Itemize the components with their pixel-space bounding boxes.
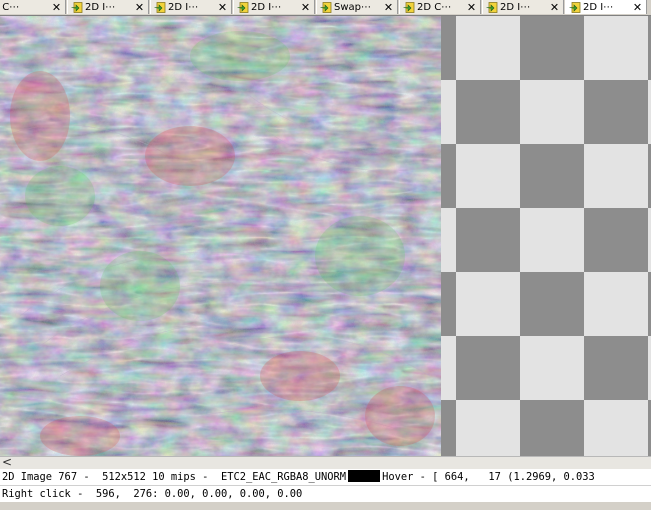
tab-strip: 2D C⋯✕2D I⋯✕2D I⋯✕2D I⋯✕Swap⋯✕2D C⋯✕2D I… bbox=[0, 0, 651, 16]
arrow-page-icon bbox=[569, 1, 581, 13]
hover-color-swatch bbox=[348, 470, 381, 482]
status-line-right-click: Right click - 596, 276: 0.00, 0.00, 0.00… bbox=[0, 486, 651, 502]
close-icon[interactable]: ✕ bbox=[632, 2, 643, 13]
image-info-text: 2D Image 767 - 512x512 10 mips - ETC2_EA… bbox=[2, 471, 347, 483]
arrow-page-icon bbox=[154, 1, 166, 13]
tab-5[interactable]: 2D C⋯ ✕ bbox=[399, 0, 481, 14]
close-icon[interactable]: ✕ bbox=[217, 2, 228, 13]
close-icon[interactable]: ✕ bbox=[549, 2, 560, 13]
status-line-image-info: 2D Image 767 - 512x512 10 mips - ETC2_EA… bbox=[0, 469, 651, 486]
arrow-page-icon bbox=[71, 1, 83, 13]
close-icon[interactable]: ✕ bbox=[383, 2, 394, 13]
arrow-page-icon bbox=[403, 1, 415, 13]
tab-0[interactable]: 2D C⋯ ✕ bbox=[0, 0, 66, 14]
tab-label: 2D C⋯ bbox=[417, 1, 452, 13]
tab-label: 2D C⋯ bbox=[0, 1, 20, 13]
tab-6[interactable]: 2D I⋯ ✕ bbox=[482, 0, 564, 14]
texture-viewport[interactable] bbox=[0, 16, 651, 456]
tab-label: 2D I⋯ bbox=[583, 1, 614, 13]
right-click-info-text: Right click - 596, 276: 0.00, 0.00, 0.00… bbox=[2, 488, 303, 500]
tab-label: 2D I⋯ bbox=[85, 1, 116, 13]
close-icon[interactable]: ✕ bbox=[300, 2, 311, 13]
tab-2[interactable]: 2D I⋯ ✕ bbox=[150, 0, 232, 14]
close-icon[interactable]: ✕ bbox=[134, 2, 145, 13]
tab-label: Swap⋯ bbox=[334, 1, 372, 13]
hover-info-text: Hover - [ 664, 17 (1.2969, 0.033 bbox=[382, 471, 595, 483]
tab-label: 2D I⋯ bbox=[500, 1, 531, 13]
close-icon[interactable]: ✕ bbox=[51, 2, 62, 13]
close-icon[interactable]: ✕ bbox=[466, 2, 477, 13]
tab-4[interactable]: Swap⋯ ✕ bbox=[316, 0, 398, 14]
scroll-left-arrow-icon[interactable]: < bbox=[2, 456, 12, 469]
status-bottom-edge bbox=[0, 502, 651, 510]
tab-7[interactable]: 2D I⋯ ✕ bbox=[565, 0, 647, 14]
texture-image[interactable] bbox=[0, 16, 441, 456]
tab-label: 2D I⋯ bbox=[168, 1, 199, 13]
arrow-page-icon bbox=[320, 1, 332, 13]
tab-3[interactable]: 2D I⋯ ✕ bbox=[233, 0, 315, 14]
tab-1[interactable]: 2D I⋯ ✕ bbox=[67, 0, 149, 14]
horizontal-scrollbar[interactable]: < bbox=[0, 456, 651, 469]
arrow-page-icon bbox=[237, 1, 249, 13]
tab-label: 2D I⋯ bbox=[251, 1, 282, 13]
arrow-page-icon bbox=[486, 1, 498, 13]
